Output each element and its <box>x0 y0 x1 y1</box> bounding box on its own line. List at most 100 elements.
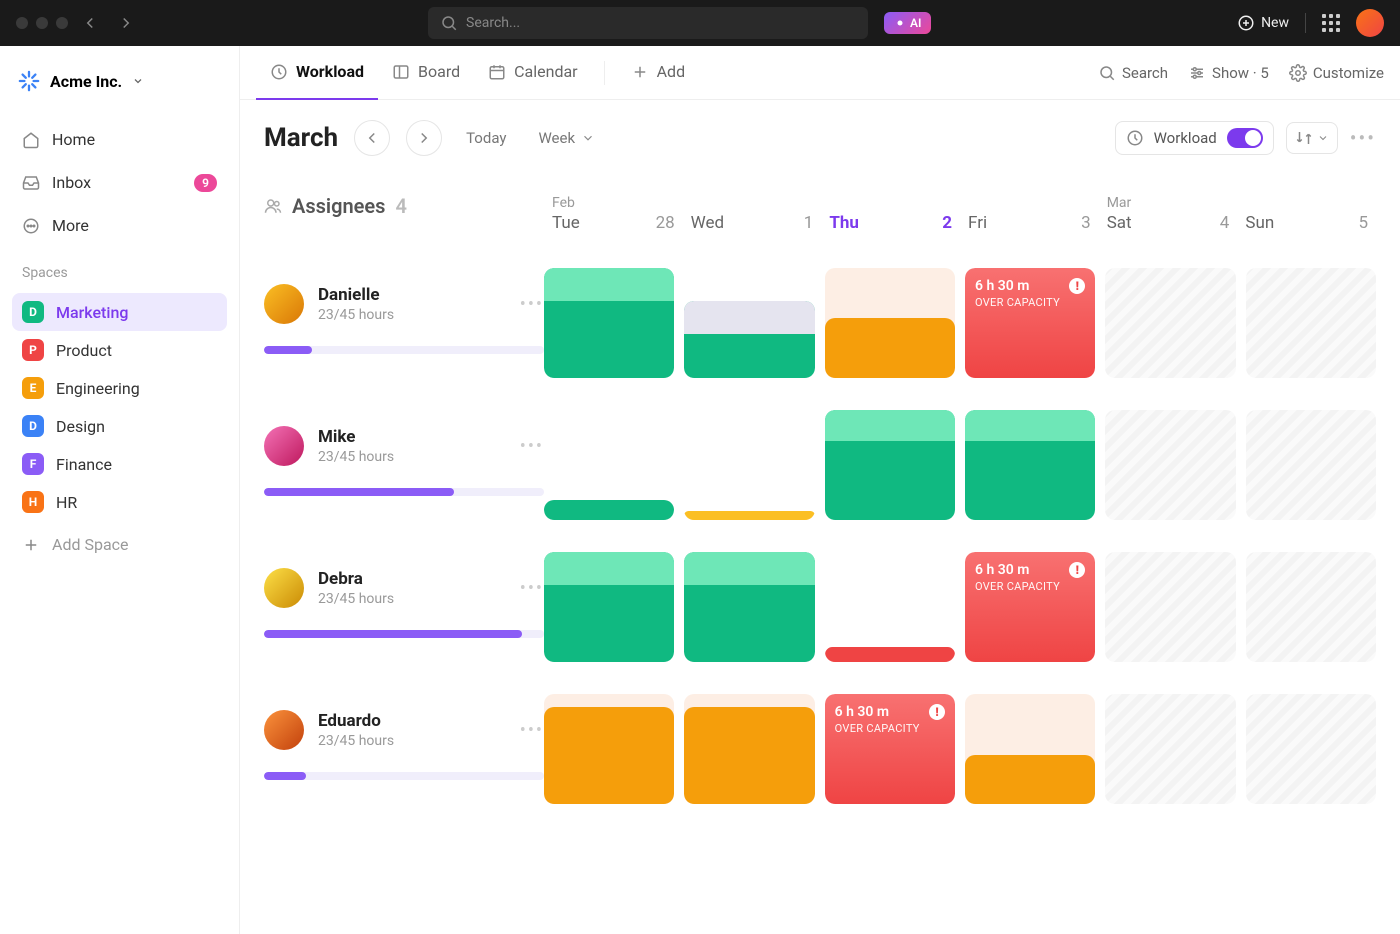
day-header: Fri3 <box>960 176 1099 252</box>
space-item-marketing[interactable]: DMarketing <box>12 293 227 331</box>
tab-workload[interactable]: Workload <box>256 46 378 100</box>
workload-cell[interactable] <box>684 410 814 520</box>
assignee-more-button[interactable]: ••• <box>520 578 544 599</box>
workload-cell[interactable]: 6 h 30 mOVER CAPACITY! <box>965 552 1095 662</box>
global-search[interactable]: Search... <box>428 7 868 39</box>
close-dot[interactable] <box>16 17 28 29</box>
workload-cell[interactable] <box>1105 694 1235 804</box>
assignee-name: Debra <box>318 569 394 589</box>
workload-cell[interactable] <box>1105 410 1235 520</box>
workspace-logo-icon <box>18 70 40 92</box>
workload-fill <box>544 268 674 378</box>
range-select[interactable]: Week <box>530 129 603 147</box>
workload-cell[interactable] <box>825 410 955 520</box>
customize-button[interactable]: Customize <box>1289 64 1384 82</box>
workload-icon <box>270 63 288 81</box>
day-header: Thu2 <box>821 176 960 252</box>
day-header: Wed1 <box>683 176 822 252</box>
user-avatar[interactable] <box>1356 9 1384 37</box>
over-capacity-card: 6 h 30 mOVER CAPACITY! <box>965 268 1095 378</box>
assignee-name: Eduardo <box>318 711 394 731</box>
sidebar: Acme Inc. Home Inbox 9 More Spaces DMark… <box>0 46 240 934</box>
sparkle-icon <box>894 17 906 29</box>
apps-grid-icon[interactable] <box>1322 14 1340 32</box>
workload-cell[interactable] <box>825 552 955 662</box>
prev-button[interactable] <box>354 120 390 156</box>
workload-cell[interactable] <box>1246 268 1376 378</box>
month-label: Feb <box>552 195 675 213</box>
show-button[interactable]: Show · 5 <box>1188 64 1269 82</box>
day-header: FebTue28 <box>544 176 683 252</box>
assignees-count: 4 <box>395 194 406 218</box>
workload-cell[interactable] <box>544 694 674 804</box>
space-item-engineering[interactable]: EEngineering <box>12 369 227 407</box>
workload-cell[interactable] <box>1105 552 1235 662</box>
nav-more[interactable]: More <box>12 206 227 245</box>
nav-inbox[interactable]: Inbox 9 <box>12 163 227 202</box>
chevron-down-icon <box>132 75 144 87</box>
workspace-switcher[interactable]: Acme Inc. <box>12 62 227 100</box>
assignee-more-button[interactable]: ••• <box>520 294 544 315</box>
space-item-finance[interactable]: FFinance <box>12 445 227 483</box>
workload-cell[interactable]: 6 h 30 mOVER CAPACITY! <box>965 268 1095 378</box>
space-icon: D <box>22 415 44 437</box>
tab-calendar[interactable]: Calendar <box>474 46 591 100</box>
workload-cell[interactable] <box>825 268 955 378</box>
nav-home[interactable]: Home <box>12 120 227 159</box>
add-view-button[interactable]: Add <box>617 46 699 100</box>
avatar[interactable] <box>264 568 304 608</box>
sort-button[interactable] <box>1286 122 1338 154</box>
workload-cell[interactable]: 6 h 30 mOVER CAPACITY! <box>825 694 955 804</box>
spaces-heading: Spaces <box>12 249 227 289</box>
space-item-hr[interactable]: HHR <box>12 483 227 521</box>
people-icon <box>264 197 282 215</box>
workload-cell[interactable] <box>965 410 1095 520</box>
ai-button[interactable]: AI <box>884 12 931 34</box>
workload-cell[interactable] <box>544 410 674 520</box>
workload-cell[interactable] <box>684 552 814 662</box>
workload-cell[interactable] <box>1246 410 1376 520</box>
more-actions-button[interactable]: ••• <box>1350 126 1376 150</box>
avatar[interactable] <box>264 710 304 750</box>
assignee-more-button[interactable]: ••• <box>520 720 544 741</box>
min-dot[interactable] <box>36 17 48 29</box>
next-button[interactable] <box>406 120 442 156</box>
workload-cell[interactable] <box>684 268 814 378</box>
main: WorkloadBoardCalendar Add Search Show · … <box>240 46 1400 934</box>
workload-cell[interactable] <box>684 694 814 804</box>
month-heading: March <box>264 123 338 153</box>
add-space-button[interactable]: Add Space <box>12 525 227 564</box>
workload-fill <box>684 707 814 804</box>
space-item-design[interactable]: DDesign <box>12 407 227 445</box>
day-name: Wed <box>691 213 724 233</box>
today-button[interactable]: Today <box>458 129 514 147</box>
workload-cell[interactable] <box>965 694 1095 804</box>
forward-button[interactable] <box>112 9 140 37</box>
workload-fill <box>825 410 955 520</box>
workload-fill <box>965 755 1095 805</box>
workload-toggle[interactable] <box>1227 128 1263 148</box>
tab-search-button[interactable]: Search <box>1098 64 1168 82</box>
space-item-product[interactable]: PProduct <box>12 331 227 369</box>
max-dot[interactable] <box>56 17 68 29</box>
workload-cell[interactable] <box>544 552 674 662</box>
sliders-icon <box>1188 64 1206 82</box>
back-button[interactable] <box>76 9 104 37</box>
progress-bar <box>264 630 544 638</box>
tab-board[interactable]: Board <box>378 46 474 100</box>
assignee-more-button[interactable]: ••• <box>520 436 544 457</box>
workload-cell[interactable] <box>1246 552 1376 662</box>
assignee-row: Debra23/45 hours••• <box>264 532 544 674</box>
workload-cell[interactable] <box>544 268 674 378</box>
new-button[interactable]: New <box>1237 14 1289 32</box>
space-icon: E <box>22 377 44 399</box>
workload-cell[interactable] <box>1246 694 1376 804</box>
month-label: Mar <box>1107 195 1230 213</box>
new-label: New <box>1261 15 1289 31</box>
avatar[interactable] <box>264 284 304 324</box>
titlebar: Search... AI New <box>0 0 1400 46</box>
progress-bar <box>264 346 544 354</box>
workload-fill <box>544 552 674 662</box>
workload-cell[interactable] <box>1105 268 1235 378</box>
avatar[interactable] <box>264 426 304 466</box>
